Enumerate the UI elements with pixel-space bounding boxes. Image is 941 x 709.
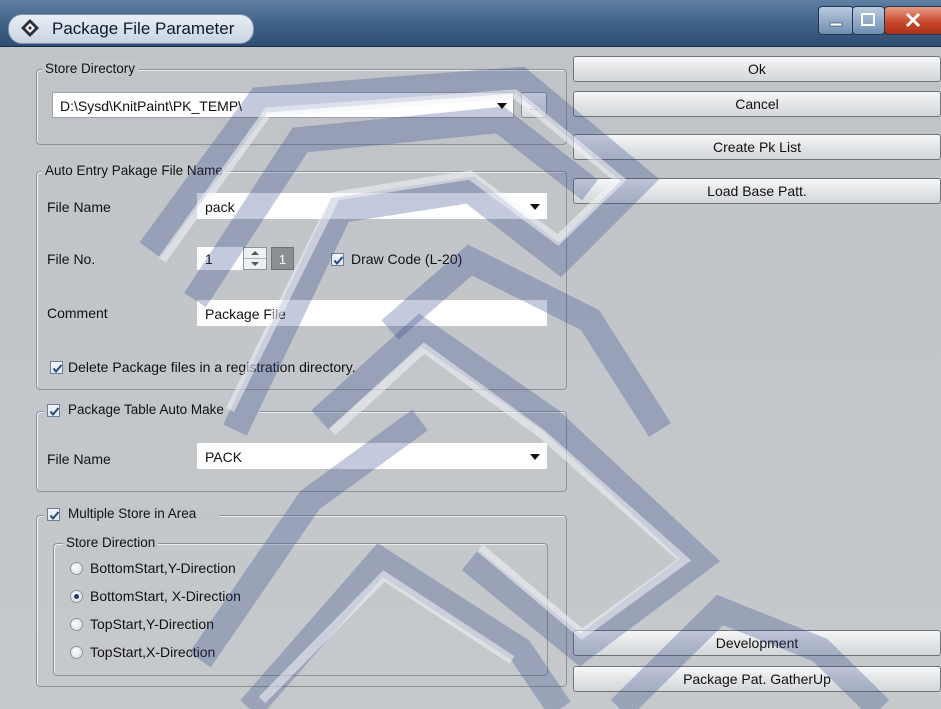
multiple-store-checkbox[interactable] [47, 508, 60, 521]
file-no-spinner[interactable] [243, 247, 267, 270]
maximize-button[interactable] [852, 6, 885, 35]
chevron-down-icon[interactable] [530, 454, 540, 460]
cancel-button[interactable]: Cancel [573, 91, 941, 117]
file-name-label: File Name [47, 199, 111, 215]
package-table-legend[interactable]: Package Table Auto Make [68, 402, 224, 418]
app-diamond-icon [20, 18, 40, 38]
radio-top-y[interactable] [70, 618, 83, 631]
ok-button[interactable]: Ok [573, 56, 941, 82]
radio-bottom-y-label[interactable]: BottomStart,Y-Direction [90, 560, 236, 576]
checkmark-icon [52, 364, 63, 374]
chevron-down-icon[interactable] [530, 204, 540, 210]
file-name-value: pack [205, 199, 235, 215]
radio-top-y-label[interactable]: TopStart,Y-Direction [90, 616, 214, 632]
checkmark-icon [49, 511, 60, 521]
load-base-patt-button[interactable]: Load Base Patt. [573, 178, 941, 204]
checkmark-icon [333, 256, 344, 266]
radio-top-x[interactable] [70, 646, 83, 659]
close-icon [905, 12, 921, 28]
title-bar[interactable]: Package File Parameter [0, 0, 941, 47]
minimize-icon [829, 22, 843, 27]
file-no-badge[interactable]: 1 [271, 247, 294, 270]
comment-label: Comment [47, 305, 108, 321]
multiple-store-legend-wrap: Multiple Store in Area [44, 506, 219, 522]
store-directory-path: D:\Sysd\KnitPaint\PK_TEMP\ [60, 98, 243, 114]
radio-bottom-x-label[interactable]: BottomStart, X-Direction [90, 588, 241, 604]
radio-bottom-y[interactable] [70, 562, 83, 575]
development-button[interactable]: Development [573, 630, 941, 656]
maximize-icon [861, 13, 875, 26]
spin-down-icon[interactable] [244, 259, 266, 269]
draw-code-checkbox[interactable] [331, 253, 344, 266]
package-file-name-value: PACK [205, 449, 243, 465]
browse-button[interactable]: ... [521, 92, 547, 118]
delete-files-label[interactable]: Delete Package files in a registration d… [68, 359, 356, 375]
store-directory-legend: Store Directory [42, 61, 139, 77]
radio-bottom-x[interactable] [70, 590, 83, 603]
spin-up-icon[interactable] [244, 248, 266, 259]
auto-entry-legend: Auto Entry Pakage File Name [42, 163, 226, 179]
radio-selected-dot [74, 594, 79, 599]
store-direction-legend: Store Direction [63, 535, 159, 551]
draw-code-label[interactable]: Draw Code (L-20) [351, 251, 462, 267]
dialog-window: Package File Parameter Store Directory D… [0, 0, 941, 709]
package-table-checkbox[interactable] [47, 404, 60, 417]
file-name-combo[interactable]: pack [197, 193, 547, 219]
comment-value: Package File [205, 306, 286, 322]
package-file-name-label: File Name [47, 451, 111, 467]
comment-input[interactable]: Package File [197, 300, 547, 326]
multiple-store-legend[interactable]: Multiple Store in Area [68, 506, 196, 522]
package-table-legend-wrap: Package Table Auto Make [44, 402, 259, 418]
package-gather-button[interactable]: Package Pat. GatherUp [573, 666, 941, 692]
store-directory-combo[interactable]: D:\Sysd\KnitPaint\PK_TEMP\ [52, 92, 514, 118]
checkmark-icon [49, 407, 60, 417]
close-button[interactable] [884, 6, 941, 35]
package-file-name-combo[interactable]: PACK [197, 443, 547, 469]
file-no-value: 1 [205, 251, 213, 267]
radio-top-x-label[interactable]: TopStart,X-Direction [90, 644, 215, 660]
minimize-button[interactable] [818, 6, 854, 35]
file-no-input[interactable]: 1 [197, 247, 243, 270]
chevron-down-icon[interactable] [497, 103, 507, 109]
window-title: Package File Parameter [52, 19, 235, 38]
file-no-label: File No. [47, 251, 96, 267]
delete-files-checkbox[interactable] [50, 361, 63, 374]
create-pk-list-button[interactable]: Create Pk List [573, 134, 941, 160]
